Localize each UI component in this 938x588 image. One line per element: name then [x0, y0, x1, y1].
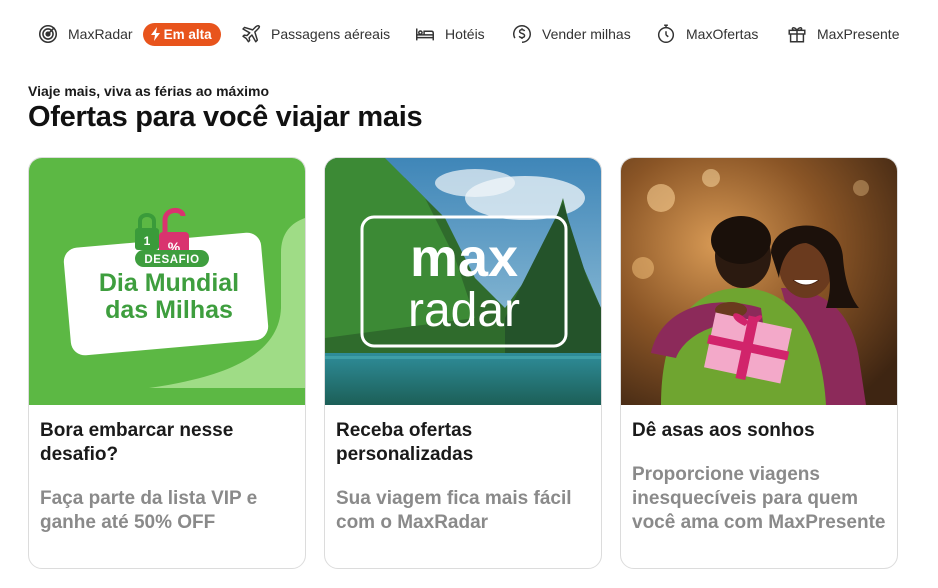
card-description: Proporcione viagens inesquecíveis para q…	[632, 464, 886, 533]
challenge-title-line1: Dia Mundial	[99, 269, 239, 297]
offer-card-maxpresente[interactable]: Dê asas aos sonhos Proporcione viagens i…	[620, 157, 898, 569]
offer-card-dia-mundial-das-milhas[interactable]: 1 % DESAFIO Dia Mundial das Milhas Bora …	[28, 157, 306, 569]
nav-item-sell-miles[interactable]: Vender milhas	[511, 20, 631, 48]
nav-item-maxofertas[interactable]: MaxOfertas	[655, 20, 758, 48]
maxradar-logo-line1: max	[410, 228, 518, 288]
offer-card-maxradar[interactable]: max radar Receba ofertas personalizadas …	[324, 157, 602, 569]
challenge-title-line2: das Milhas	[105, 296, 233, 324]
top-navigation: MaxRadar Em alta Passagens aéreais Hotéi…	[0, 0, 938, 68]
card-image-couple-gift	[621, 158, 897, 405]
nav-label-flights: Passagens aéreais	[271, 26, 391, 42]
nav-label-sell-miles: Vender milhas	[542, 26, 631, 42]
card-image-maxradar: max radar	[325, 158, 601, 405]
nav-label-hotels: Hotéis	[445, 26, 485, 42]
nav-item-maxradar[interactable]: MaxRadar Em alta	[37, 20, 221, 48]
trending-badge: Em alta	[142, 22, 221, 46]
lock-label-1: 1	[144, 234, 151, 248]
nav-item-flights[interactable]: Passagens aéreais	[240, 20, 390, 48]
nav-label-maxofertas: MaxOfertas	[686, 26, 759, 42]
challenge-tag: DESAFIO	[144, 254, 199, 266]
trending-badge-label: Em alta	[163, 26, 212, 42]
gift-icon	[788, 27, 806, 43]
card-title: Bora embarcar nesse desafio?	[40, 420, 234, 465]
card-image-dia-mundial: 1 % DESAFIO Dia Mundial das Milhas	[29, 158, 305, 405]
dollar-circle-icon	[513, 25, 531, 43]
card-title: Receba ofertas personalizadas	[336, 420, 474, 465]
nav-item-hotels[interactable]: Hotéis	[414, 20, 485, 48]
bed-icon	[416, 28, 434, 41]
card-description: Faça parte da lista VIP e ganhe até 50% …	[40, 488, 258, 533]
maxradar-logo-line2: radar	[408, 284, 520, 337]
nav-item-maxpresente[interactable]: MaxPresente	[786, 20, 899, 48]
card-title: Dê asas aos sonhos	[632, 420, 815, 441]
stopwatch-icon	[657, 24, 675, 43]
airplane-icon	[242, 24, 261, 43]
nav-label-maxradar: MaxRadar	[68, 26, 133, 42]
section-kicker: Viaje mais, viva as férias ao máximo	[28, 83, 270, 99]
nav-label-maxpresente: MaxPresente	[817, 26, 900, 42]
lightning-icon	[150, 27, 160, 41]
section-title: Ofertas para você viajar mais	[28, 101, 423, 133]
radar-icon	[38, 24, 58, 44]
card-description: Sua viagem fica mais fácil com o MaxRada…	[336, 488, 572, 533]
